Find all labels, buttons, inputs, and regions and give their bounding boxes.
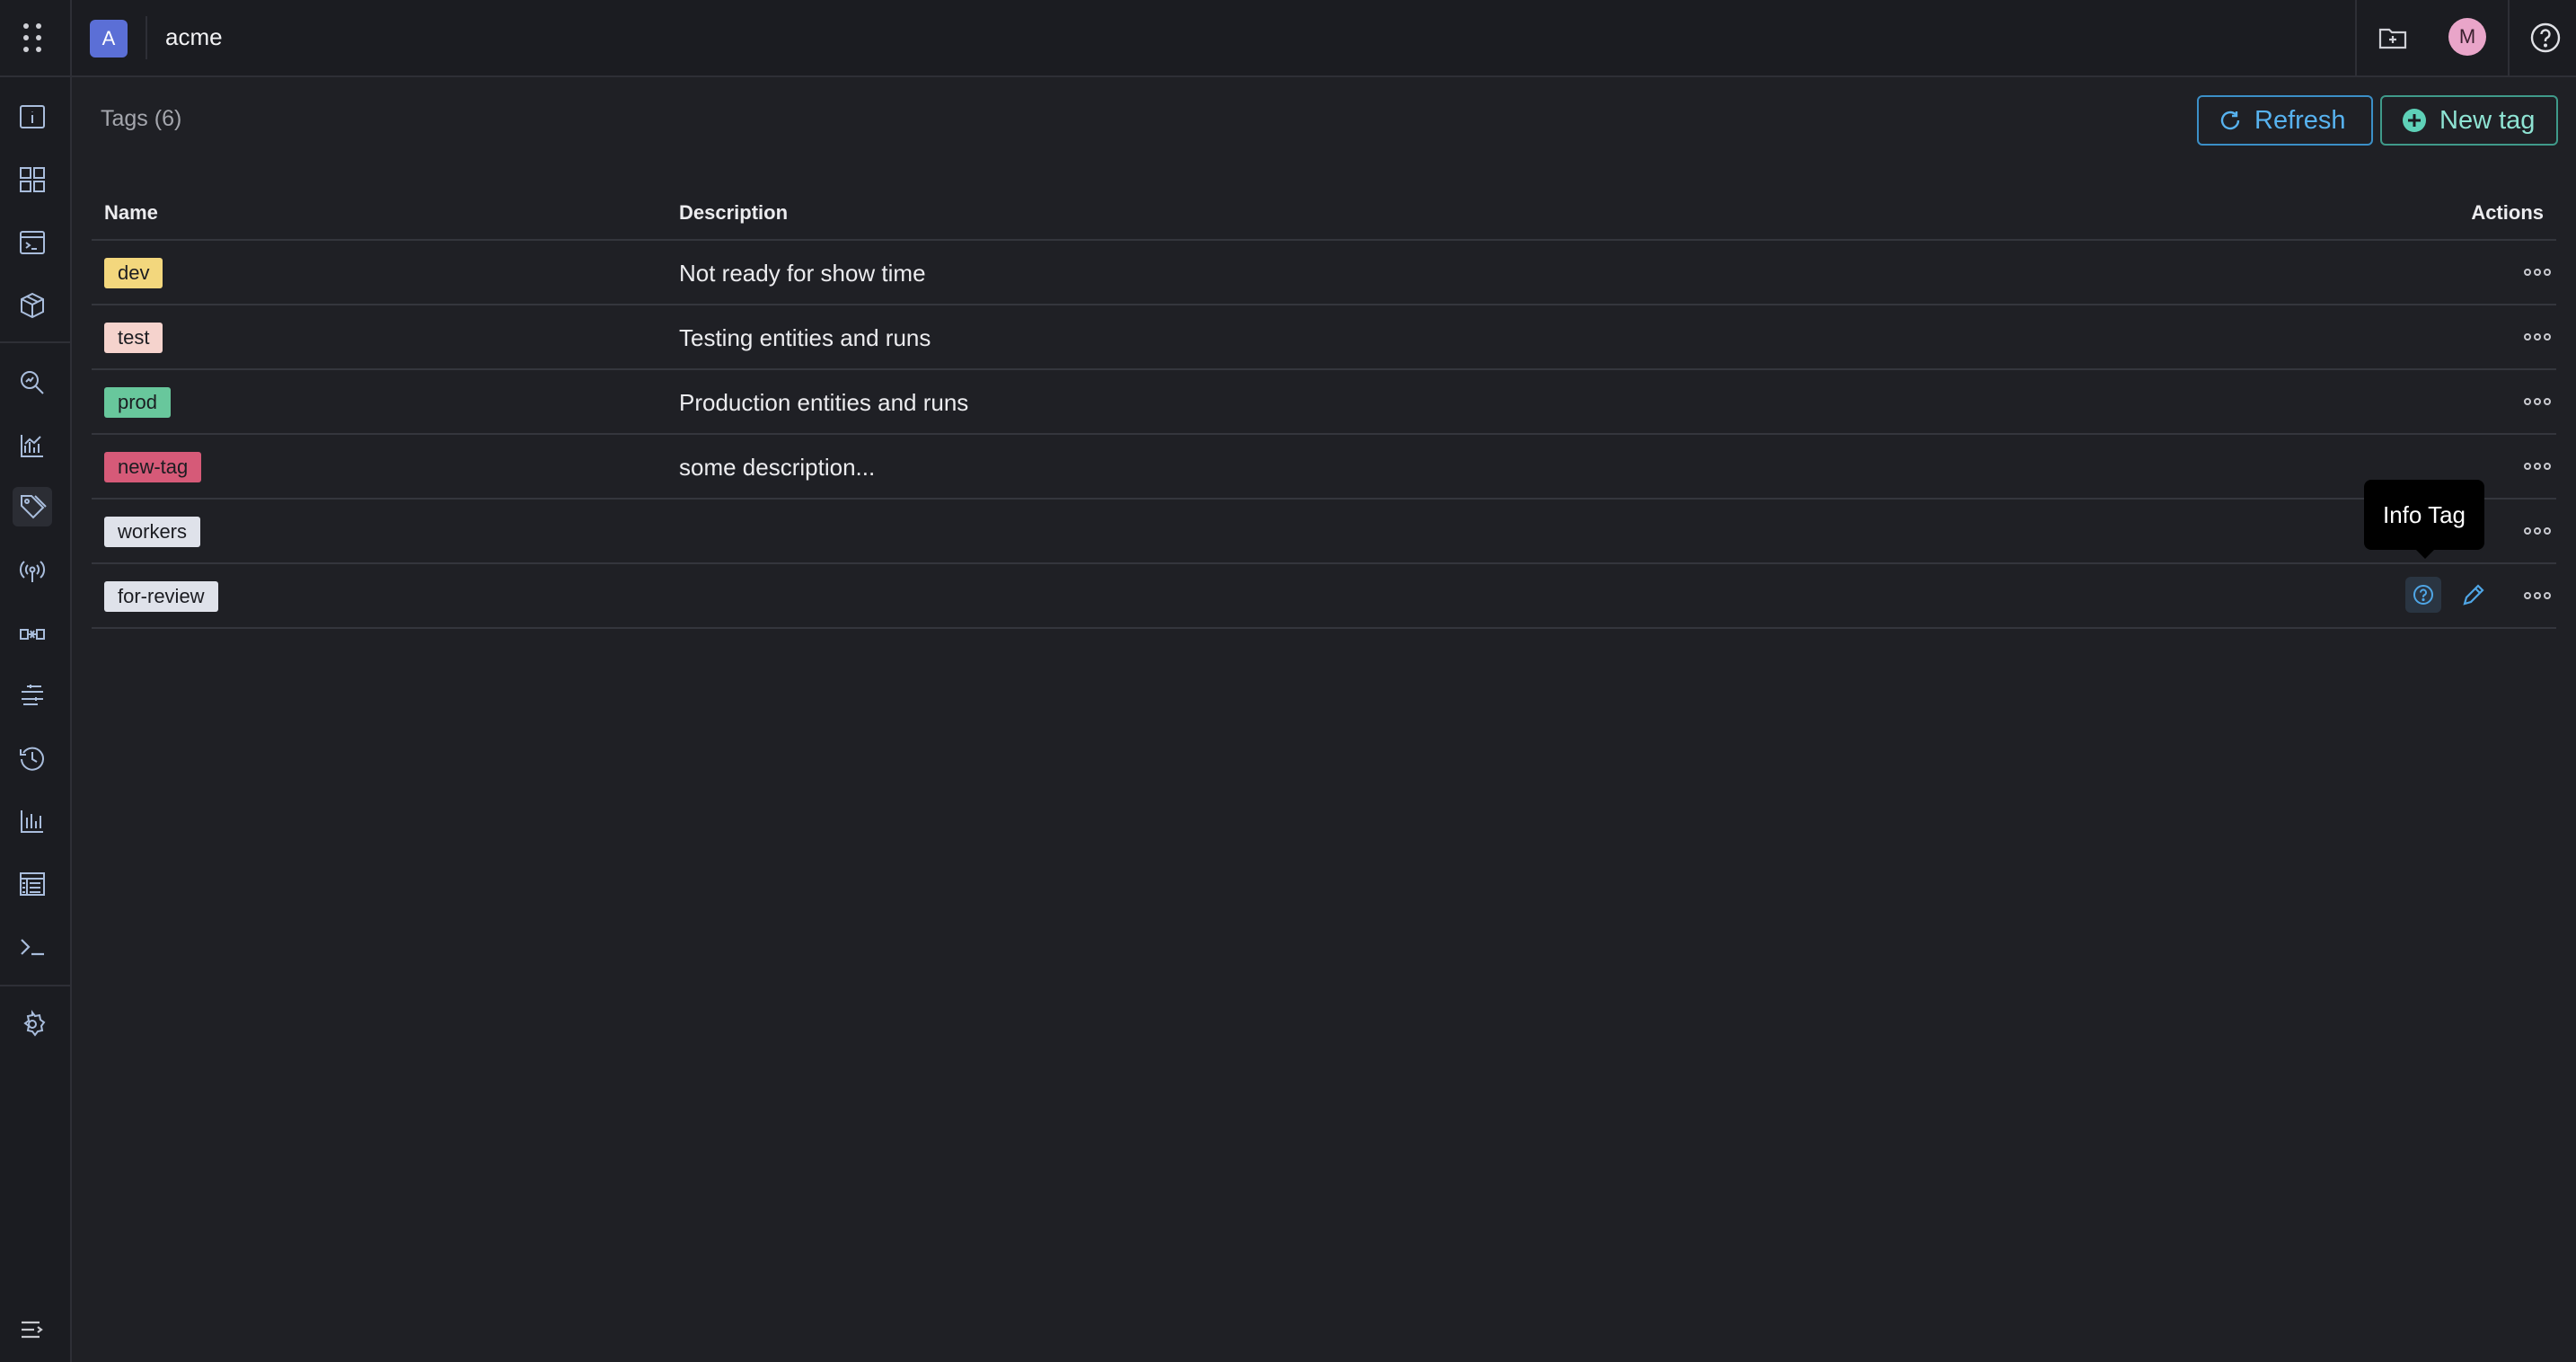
- new-tag-label: New tag: [2439, 105, 2536, 135]
- tag-description: Testing entities and runs: [679, 324, 931, 351]
- info-tag-tooltip: Info Tag: [2364, 480, 2484, 559]
- table-row[interactable]: for-review: [92, 564, 2556, 629]
- tag-chip[interactable]: workers: [104, 517, 201, 547]
- dashboard-icon[interactable]: [13, 160, 52, 199]
- table-row[interactable]: prod Production entities and runs: [92, 370, 2556, 435]
- tags-table: Name Description Actions dev Not ready fo…: [92, 187, 2556, 629]
- table-row[interactable]: dev Not ready for show time: [92, 241, 2556, 305]
- divider: [2355, 0, 2357, 75]
- more-actions-icon[interactable]: [2522, 455, 2553, 478]
- divider: [0, 985, 70, 986]
- tag-chip[interactable]: prod: [104, 387, 172, 418]
- page-title: Tags (6): [101, 106, 182, 131]
- chart-icon[interactable]: [13, 426, 52, 465]
- divider: [146, 16, 147, 59]
- tag-description: some description...: [679, 454, 876, 481]
- sidebar: [0, 77, 70, 1362]
- settings-icon[interactable]: [13, 1004, 52, 1044]
- tag-description: Production entities and runs: [679, 389, 969, 416]
- new-tag-button[interactable]: New tag: [2380, 95, 2558, 146]
- connection-icon[interactable]: [13, 615, 52, 654]
- plus-circle-icon: [2403, 109, 2426, 132]
- table-icon[interactable]: [13, 864, 52, 904]
- table-row[interactable]: new-tag some description...: [92, 435, 2556, 500]
- top-bar: A acme M: [0, 0, 2576, 77]
- collapse-menu-icon[interactable]: [13, 1310, 52, 1349]
- help-icon[interactable]: [2526, 18, 2565, 57]
- tag-chip[interactable]: new-tag: [104, 452, 202, 482]
- column-header-actions: Actions: [2471, 201, 2544, 224]
- new-folder-icon[interactable]: [2375, 20, 2411, 56]
- tag-icon[interactable]: [13, 487, 52, 526]
- org-name[interactable]: acme: [165, 23, 223, 51]
- console-icon[interactable]: [13, 927, 52, 967]
- more-actions-icon[interactable]: [2522, 390, 2553, 413]
- refresh-icon: [2220, 111, 2240, 130]
- tag-description: Not ready for show time: [679, 260, 926, 287]
- more-actions-icon[interactable]: [2522, 261, 2553, 284]
- tag-chip[interactable]: dev: [104, 258, 163, 288]
- cube-icon[interactable]: [13, 286, 52, 325]
- history-icon[interactable]: [13, 738, 52, 778]
- terminal-window-icon[interactable]: [13, 223, 52, 262]
- filter-lines-icon[interactable]: [13, 676, 52, 715]
- search-analytics-icon[interactable]: [13, 363, 52, 402]
- column-header-name: Name: [104, 201, 158, 224]
- tag-chip[interactable]: for-review: [104, 581, 218, 612]
- divider: [2508, 0, 2510, 75]
- more-actions-icon[interactable]: [2522, 519, 2553, 543]
- table-header: Name Description Actions: [92, 187, 2556, 241]
- bar-chart-icon[interactable]: [13, 801, 52, 841]
- column-header-description: Description: [679, 201, 789, 224]
- more-actions-icon[interactable]: [2522, 325, 2553, 349]
- refresh-button[interactable]: Refresh: [2197, 95, 2373, 146]
- info-icon[interactable]: [13, 97, 52, 137]
- info-tag-icon[interactable]: [2405, 577, 2441, 613]
- edit-icon[interactable]: [2456, 577, 2492, 613]
- table-body: dev Not ready for show time test Testing en…: [92, 241, 2556, 629]
- more-actions-icon[interactable]: [2522, 584, 2553, 607]
- table-row[interactable]: test Testing entities and runs: [92, 305, 2556, 370]
- avatar[interactable]: M: [2448, 18, 2486, 56]
- table-row[interactable]: workers: [92, 500, 2556, 564]
- refresh-label: Refresh: [2254, 105, 2346, 135]
- tag-chip[interactable]: test: [104, 323, 163, 353]
- broadcast-icon[interactable]: [13, 552, 52, 591]
- org-badge[interactable]: A: [90, 20, 128, 57]
- divider: [0, 341, 70, 343]
- apps-menu-icon[interactable]: [14, 18, 50, 57]
- sidebar-divider: [70, 0, 72, 1362]
